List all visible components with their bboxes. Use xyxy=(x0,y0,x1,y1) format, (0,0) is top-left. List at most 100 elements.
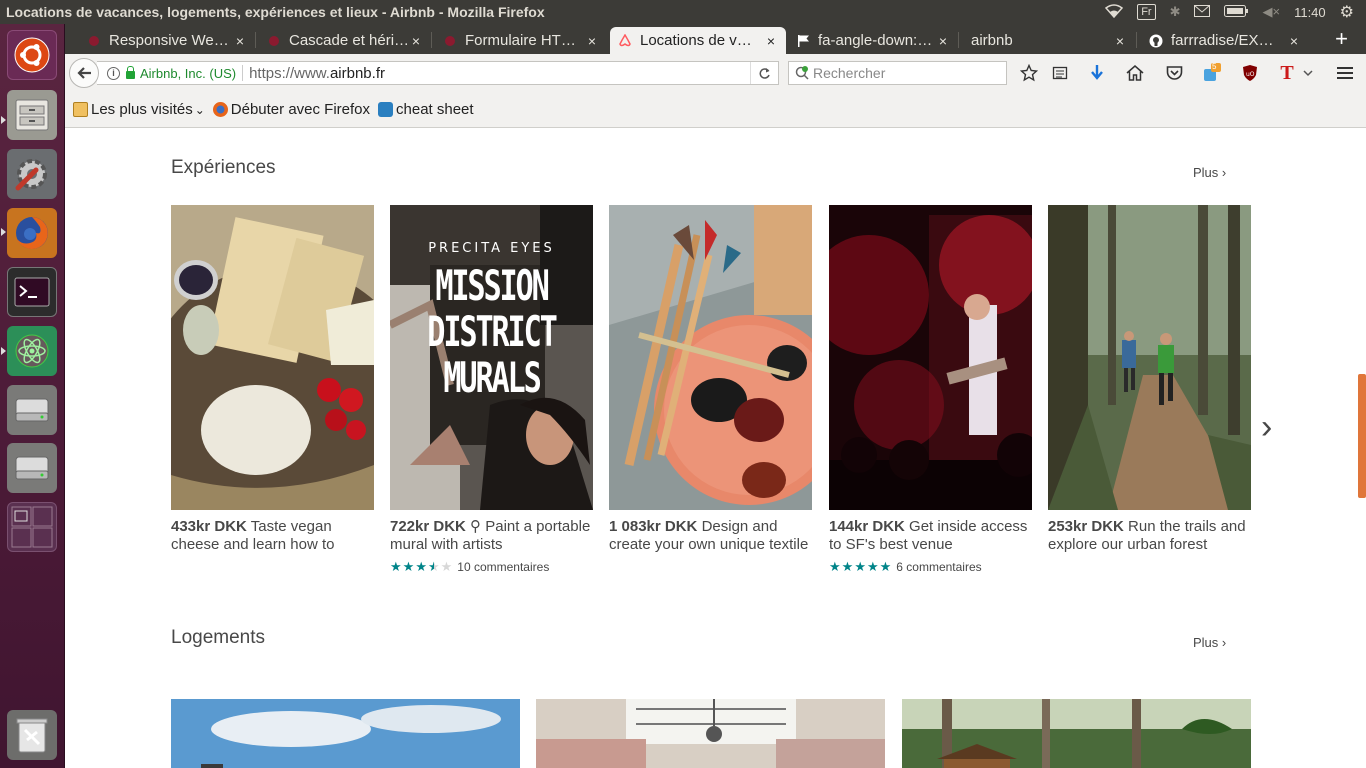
lock-icon[interactable] xyxy=(126,65,135,79)
homes-more-link[interactable]: Plus › xyxy=(1193,635,1226,650)
page-scrollbar-thumb[interactable] xyxy=(1358,374,1366,498)
battery-icon[interactable] xyxy=(1224,4,1249,20)
home-card[interactable] xyxy=(902,699,1251,768)
experience-caption: 433kr DKK Taste vegan cheese and learn h… xyxy=(171,518,374,554)
tab-github[interactable]: farrradise/EX… × xyxy=(1141,27,1309,54)
tab-formulaire[interactable]: Formulaire HT… × xyxy=(435,27,607,54)
tab-airbnb[interactable]: airbnb × xyxy=(963,27,1135,54)
back-button[interactable] xyxy=(69,58,99,88)
drive-launcher-2[interactable] xyxy=(7,443,57,493)
more-label: Plus xyxy=(1193,165,1219,180)
url-bar[interactable]: i Airbnb, Inc. (US) https://www.airbnb.f… xyxy=(97,61,779,85)
experience-card[interactable]: 144kr DKK Get inside access to SF's best… xyxy=(829,205,1032,575)
star-icon: ★ xyxy=(879,559,892,574)
tab-label: fa-angle-down:… xyxy=(818,32,933,49)
chevron-down-icon[interactable] xyxy=(1298,63,1318,83)
bookmarks-menu-icon[interactable] xyxy=(1050,63,1070,83)
mural-poster-eyebrow: PRECITA EYES xyxy=(428,241,555,256)
experience-card[interactable]: PRECITA EYES MISSION DISTRICT MURALS 722… xyxy=(390,205,593,575)
search-bar[interactable]: Rechercher xyxy=(788,61,1007,85)
new-tab-button[interactable]: + xyxy=(1335,27,1348,51)
close-icon[interactable]: × xyxy=(231,33,249,49)
pocket-icon[interactable] xyxy=(1164,63,1184,83)
close-icon[interactable]: × xyxy=(762,33,780,49)
chevron-right-icon: › xyxy=(1221,635,1227,650)
tab-cascade[interactable]: Cascade et héri… × xyxy=(259,27,431,54)
carousel-next-button[interactable]: › xyxy=(1261,408,1272,447)
url-host: airbnb.fr xyxy=(329,64,385,82)
extension-badge-count: 5 xyxy=(1212,62,1217,71)
files-launcher[interactable] xyxy=(7,90,57,140)
search-engine-icon[interactable] xyxy=(795,66,809,80)
star-icon: ★ xyxy=(854,559,866,574)
home-icon[interactable] xyxy=(1125,63,1145,83)
running-indicator xyxy=(1,228,6,236)
workspace-switcher[interactable] xyxy=(7,502,57,552)
keyboard-layout[interactable]: Fr xyxy=(1137,4,1156,20)
tab-responsive[interactable]: Responsive We… × xyxy=(79,27,255,54)
experience-card[interactable]: 1 083kr DKK Design and create your own u… xyxy=(609,205,812,554)
system-settings-launcher[interactable] xyxy=(7,149,57,199)
experience-card[interactable]: 433kr DKK Taste vegan cheese and learn h… xyxy=(171,205,374,554)
drive-launcher-1[interactable] xyxy=(7,385,57,435)
top-panel: Locations de vacances, logements, expéri… xyxy=(0,0,1366,24)
mural-poster-line: MISSION xyxy=(435,261,549,310)
trash-launcher[interactable] xyxy=(7,710,57,760)
star-icon: ★ xyxy=(402,559,415,574)
ublock-icon[interactable]: uO xyxy=(1240,63,1260,83)
volume-muted-icon[interactable]: ◀× xyxy=(1262,4,1280,20)
tab-airbnb-active[interactable]: Locations de v… × xyxy=(610,27,786,54)
translate-icon[interactable]: T xyxy=(1277,62,1297,84)
wifi-icon[interactable] xyxy=(1105,3,1124,21)
experience-caption: 253kr DKK Run the trails and explore our… xyxy=(1048,518,1251,554)
download-icon[interactable] xyxy=(1087,63,1107,83)
tab-label: airbnb xyxy=(971,32,1013,49)
home-photo xyxy=(536,699,885,768)
experience-photo[interactable] xyxy=(829,205,1032,510)
experiences-more-link[interactable]: Plus › xyxy=(1193,165,1226,180)
tab-fa-angle-down[interactable]: fa-angle-down:… × xyxy=(788,27,958,54)
bookmark-star-icon[interactable] xyxy=(1019,63,1039,83)
ubuntu-dash-button[interactable] xyxy=(7,30,57,80)
close-icon[interactable]: × xyxy=(407,33,425,49)
close-icon[interactable]: × xyxy=(1285,33,1303,49)
bookmark-cheat-sheet[interactable]: cheat sheet xyxy=(378,101,474,118)
url-text[interactable]: https://www.airbnb.fr xyxy=(249,65,385,82)
mail-icon[interactable] xyxy=(1194,4,1211,20)
bluetooth-icon[interactable]: ✱ xyxy=(1170,4,1181,20)
clock[interactable]: 11:40 xyxy=(1294,5,1326,20)
info-icon[interactable]: i xyxy=(107,66,120,80)
gear-icon[interactable]: ⚙ xyxy=(1340,2,1354,22)
tab-separator xyxy=(958,32,959,48)
running-indicator xyxy=(1,347,6,355)
close-icon[interactable]: × xyxy=(1111,33,1129,49)
trash-icon xyxy=(16,718,48,753)
close-icon[interactable]: × xyxy=(583,33,601,49)
star-icon: ★ xyxy=(829,559,841,574)
firefox-launcher[interactable] xyxy=(7,208,57,258)
experience-photo[interactable] xyxy=(1048,205,1251,510)
extension-badge-icon[interactable]: 5 xyxy=(1202,62,1222,83)
terminal-launcher[interactable] xyxy=(7,267,57,317)
experience-card[interactable]: 253kr DKK Run the trails and explore our… xyxy=(1048,205,1251,554)
site-identity[interactable]: Airbnb, Inc. (US) xyxy=(140,66,236,81)
flag-tab-icon xyxy=(796,34,810,48)
reload-icon[interactable] xyxy=(750,62,778,84)
experience-photo[interactable] xyxy=(171,205,374,510)
hamburger-menu-icon[interactable] xyxy=(1335,63,1355,83)
bookmark-label: Débuter avec Firefox xyxy=(230,101,371,118)
home-card[interactable] xyxy=(171,699,520,768)
atom-launcher[interactable] xyxy=(7,326,57,376)
close-icon[interactable]: × xyxy=(934,33,952,49)
bookmark-getting-started[interactable]: Débuter avec Firefox xyxy=(212,101,371,118)
half-star-icon: ★ xyxy=(427,559,440,574)
experience-price: 1 083kr DKK xyxy=(609,518,698,535)
experience-photo[interactable] xyxy=(609,205,812,510)
launcher xyxy=(0,24,65,768)
experience-price: 253kr DKK xyxy=(1048,518,1124,535)
bookmark-most-visited[interactable]: Les plus visités ⌄ xyxy=(73,101,205,118)
star-icon: ★ xyxy=(415,559,427,574)
responsive-tab-icon xyxy=(87,34,101,48)
home-card[interactable] xyxy=(536,699,885,768)
experience-photo[interactable]: PRECITA EYES MISSION DISTRICT MURALS xyxy=(390,205,593,510)
